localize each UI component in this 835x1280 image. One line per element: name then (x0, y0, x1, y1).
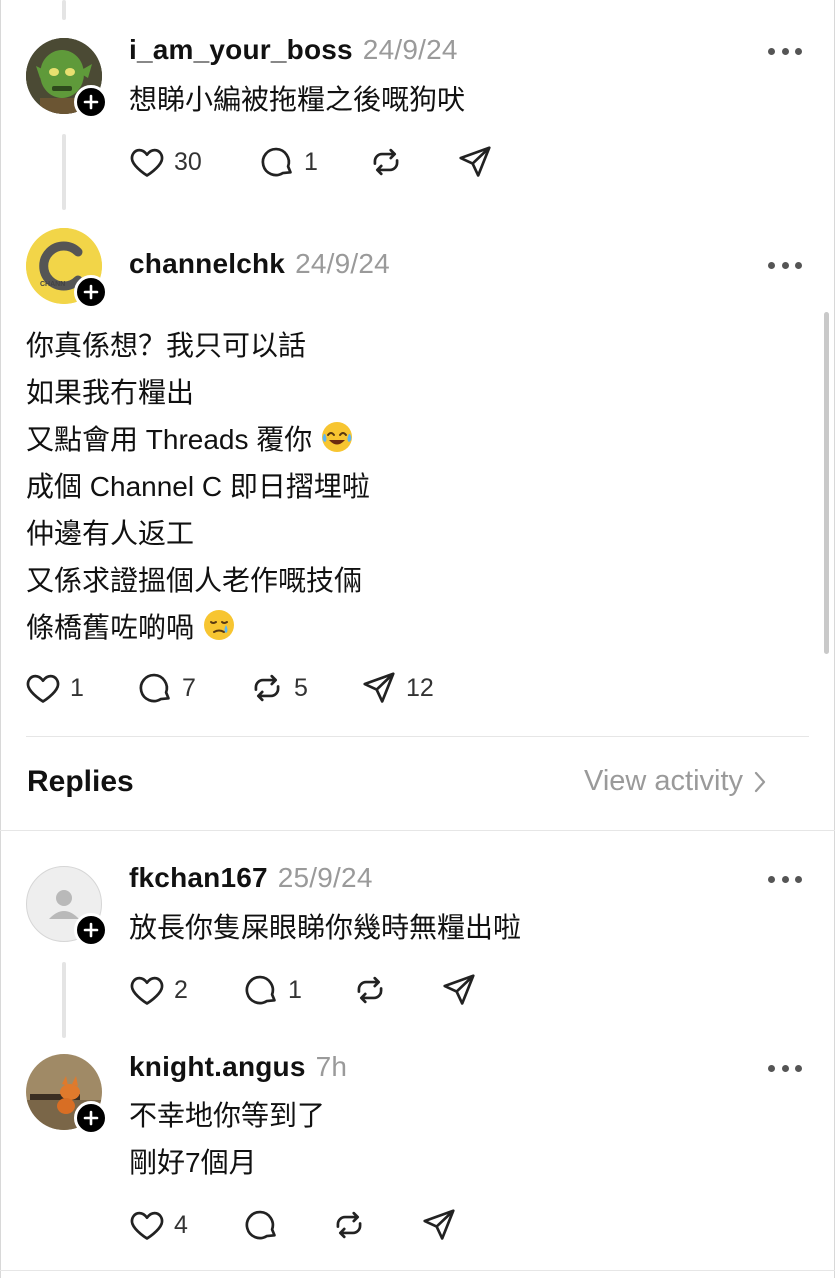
share-button[interactable] (420, 1205, 458, 1245)
like-count: 30 (174, 147, 202, 176)
post-line-6: 又係求證搵個人老作嘅技倆 (26, 565, 363, 596)
like-count: 1 (70, 673, 84, 702)
crying-face-emoji-icon (203, 610, 234, 640)
post-header: channelchk 24/9/24 (129, 248, 390, 280)
reply-count: 1 (304, 147, 318, 176)
reply-date: 7h (315, 1051, 348, 1082)
tears-of-joy-emoji-icon (322, 422, 353, 452)
post-line-1: 你真係想？我只可以話 (26, 330, 307, 361)
share-button[interactable] (456, 142, 494, 182)
repost-arrows-icon (357, 976, 383, 1004)
more-dots-icon[interactable] (768, 1062, 802, 1074)
comment-bubble-icon (139, 673, 170, 703)
username[interactable]: i_am_your_boss (129, 34, 353, 65)
plus-icon (83, 922, 99, 938)
like-count: 4 (174, 1210, 188, 1239)
replies-divider (0, 830, 835, 831)
reply-button[interactable]: 1 (242, 970, 302, 1010)
paper-plane-icon (423, 1209, 455, 1240)
plus-icon (83, 284, 99, 300)
heart-icon (130, 148, 164, 177)
comment-header: i_am_your_boss 24/9/24 (129, 34, 458, 66)
avatar-logo-text: CHANN (40, 281, 65, 288)
repost-arrows-icon (254, 674, 280, 702)
repost-button[interactable] (367, 142, 405, 182)
paper-plane-icon (363, 672, 395, 703)
follow-plus-button[interactable] (74, 275, 108, 309)
like-button[interactable]: 4 (128, 1205, 188, 1245)
comment-bubble-icon (261, 147, 292, 177)
bottom-divider (0, 1270, 835, 1271)
heart-icon (130, 976, 164, 1005)
repost-button[interactable]: 5 (248, 668, 308, 708)
repost-arrows-icon (336, 1211, 362, 1239)
reply-button[interactable] (242, 1205, 280, 1245)
follow-plus-button[interactable] (74, 85, 108, 119)
paper-plane-icon (443, 974, 475, 1005)
thread-line-comment1 (62, 134, 66, 210)
more-dots-icon[interactable] (768, 45, 802, 57)
reply-line-1: 不幸地你等到了 (129, 1100, 326, 1131)
share-button[interactable]: 12 (360, 668, 434, 708)
heart-icon (130, 1211, 164, 1240)
reply-header: knight.angus 7h (129, 1051, 347, 1083)
repost-arrows-icon (373, 148, 399, 176)
paper-plane-icon (459, 146, 491, 177)
post-line-4: 成個 Channel C 即日摺埋啦 (26, 471, 370, 502)
replies-heading: Replies (27, 765, 134, 798)
post-divider (26, 736, 809, 737)
post-line-3-text: 又點會用 Threads 覆你 (26, 424, 313, 455)
reply-button[interactable]: 1 (258, 142, 318, 182)
view-activity-label: View activity (584, 765, 744, 797)
post-line-5: 仲邊有人返工 (26, 518, 195, 549)
more-dots-icon[interactable] (768, 873, 802, 885)
plus-icon (83, 1110, 99, 1126)
share-count: 12 (406, 673, 434, 702)
share-button[interactable] (440, 970, 478, 1010)
follow-plus-button[interactable] (74, 1101, 108, 1135)
repost-button[interactable] (330, 1205, 368, 1245)
reply-button[interactable]: 7 (136, 668, 196, 708)
comment-bubble-icon (245, 1210, 276, 1240)
view-activity-link[interactable]: View activity (584, 765, 767, 798)
thread-line-top (62, 0, 66, 20)
scrollbar[interactable] (824, 312, 829, 654)
repost-count: 5 (294, 673, 308, 702)
post-date: 24/9/24 (295, 248, 390, 279)
reply-date: 25/9/24 (277, 862, 373, 893)
post-line-7-text: 條橋舊咗啲喎 (26, 612, 195, 643)
username[interactable]: fkchan167 (129, 862, 268, 893)
more-dots-icon[interactable] (768, 259, 802, 271)
comment-bubble-icon (245, 975, 276, 1005)
repost-button[interactable] (351, 970, 389, 1010)
like-button[interactable]: 30 (128, 142, 202, 182)
reply-count: 7 (182, 673, 196, 702)
reply-line-2: 剛好7個月 (129, 1147, 257, 1178)
post-line-2: 如果我冇糧出 (26, 377, 195, 408)
post-line-7: 條橋舊咗啲喎 (26, 604, 236, 651)
like-button[interactable]: 1 (24, 668, 84, 708)
reply-text: 放長你隻屎眼睇你幾時無糧出啦 (129, 912, 522, 943)
comment-text: 想睇小編被拖糧之後嘅狗吠 (129, 84, 466, 115)
thread-line-reply1 (62, 962, 66, 1038)
chevron-right-icon (754, 771, 766, 792)
like-button[interactable]: 2 (128, 970, 188, 1010)
post-line-3: 又點會用 Threads 覆你 (26, 416, 354, 463)
plus-icon (83, 94, 99, 110)
username[interactable]: knight.angus (129, 1051, 306, 1082)
post-date: 24/9/24 (362, 34, 458, 65)
reply-count: 1 (288, 975, 302, 1004)
like-count: 2 (174, 975, 188, 1004)
username[interactable]: channelchk (129, 248, 285, 279)
reply-header: fkchan167 25/9/24 (129, 862, 373, 894)
heart-icon (26, 674, 60, 703)
follow-plus-button[interactable] (74, 913, 108, 947)
